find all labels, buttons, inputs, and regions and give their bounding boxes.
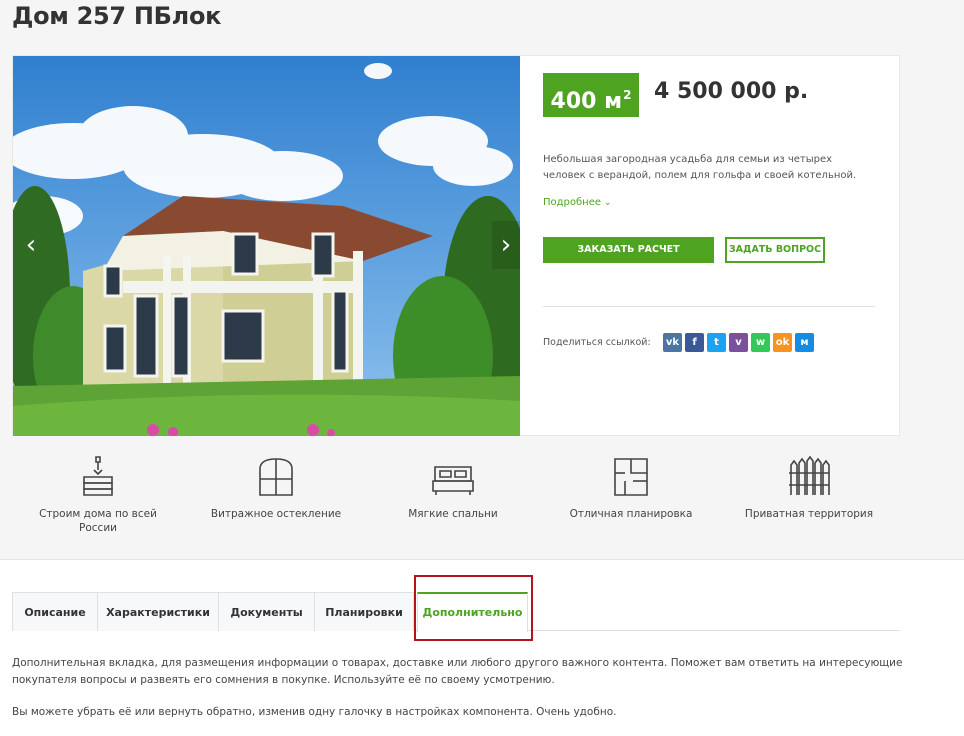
facebook-icon[interactable]: f [685, 333, 704, 352]
more-link-label: Подробнее [543, 197, 602, 208]
more-link[interactable]: Подробнее ⌄ [543, 197, 612, 208]
feature-label: Витражное остекление [210, 508, 342, 520]
odnoklassniki-icon[interactable]: ok [773, 333, 792, 352]
tab-plans[interactable]: Планировки [314, 592, 414, 631]
twitter-icon[interactable]: t [707, 333, 726, 352]
gallery-next-button[interactable]: › [492, 221, 520, 269]
moimir-icon[interactable]: м [795, 333, 814, 352]
floorplan-icon [614, 458, 648, 496]
feature-item: Строим дома по всей России [23, 455, 173, 535]
tab-documents[interactable]: Документы [218, 592, 315, 631]
order-estimate-button[interactable]: Заказать расчет стоимости [543, 237, 714, 281]
house-photo [13, 56, 520, 436]
area-value: 400 м [550, 89, 623, 114]
whatsapp-icon[interactable]: w [751, 333, 770, 352]
chevron-down-icon: ⌄ [604, 198, 612, 208]
features-row: Строим дома по всей России Витражное ост… [0, 455, 900, 545]
area-unit-superscript: 2 [623, 88, 632, 102]
viber-icon[interactable]: v [729, 333, 748, 352]
feature-label: Мягкие спальни [408, 508, 498, 520]
gallery-prev-button[interactable]: ‹ [17, 221, 45, 269]
feature-label: Отличная планировка [569, 508, 693, 520]
feature-item: Витражное остекление [201, 455, 351, 521]
divider [543, 306, 875, 307]
feature-item: Приватная территория [734, 455, 884, 521]
page-title: Дом 257 ПБлок [12, 2, 222, 30]
tab-bar: Описание Характеристики Документы Планир… [12, 592, 900, 632]
share-label: Поделиться ссылкой: [543, 337, 651, 348]
content-paragraph: Вы можете убрать её или вернуть обратно,… [12, 706, 617, 718]
tab-additional[interactable]: Дополнительно [417, 592, 528, 632]
feature-item: Отличная планировка [556, 455, 706, 521]
content-paragraph: Дополнительная вкладка, для размещения и… [12, 657, 903, 686]
ask-question-button[interactable]: Задать вопрос [725, 237, 825, 263]
window-icon [259, 458, 293, 496]
crane-icon [83, 456, 113, 496]
fence-icon [789, 455, 830, 495]
share-buttons: vk f t v w ok м [663, 333, 814, 352]
product-price: 4 500 000 р. [654, 79, 809, 104]
tab-characteristics[interactable]: Характеристики [97, 592, 219, 631]
feature-label: Строим дома по всей России [39, 508, 157, 534]
area-badge: 400 м2 [543, 73, 639, 117]
feature-label: Приватная территория [744, 508, 874, 520]
bed-icon [432, 466, 474, 495]
vk-icon[interactable]: vk [663, 333, 682, 352]
product-gallery[interactable]: ‹ › [13, 56, 520, 436]
product-description: Небольшая загородная усадьба для семьи и… [543, 154, 857, 181]
product-card: ‹ › 400 м2 4 500 000 р. Небольшая загоро… [12, 55, 900, 436]
feature-item: Мягкие спальни [378, 455, 528, 521]
tab-description[interactable]: Описание [12, 592, 98, 631]
tab-content: Дополнительная вкладка, для размещения и… [12, 655, 912, 736]
